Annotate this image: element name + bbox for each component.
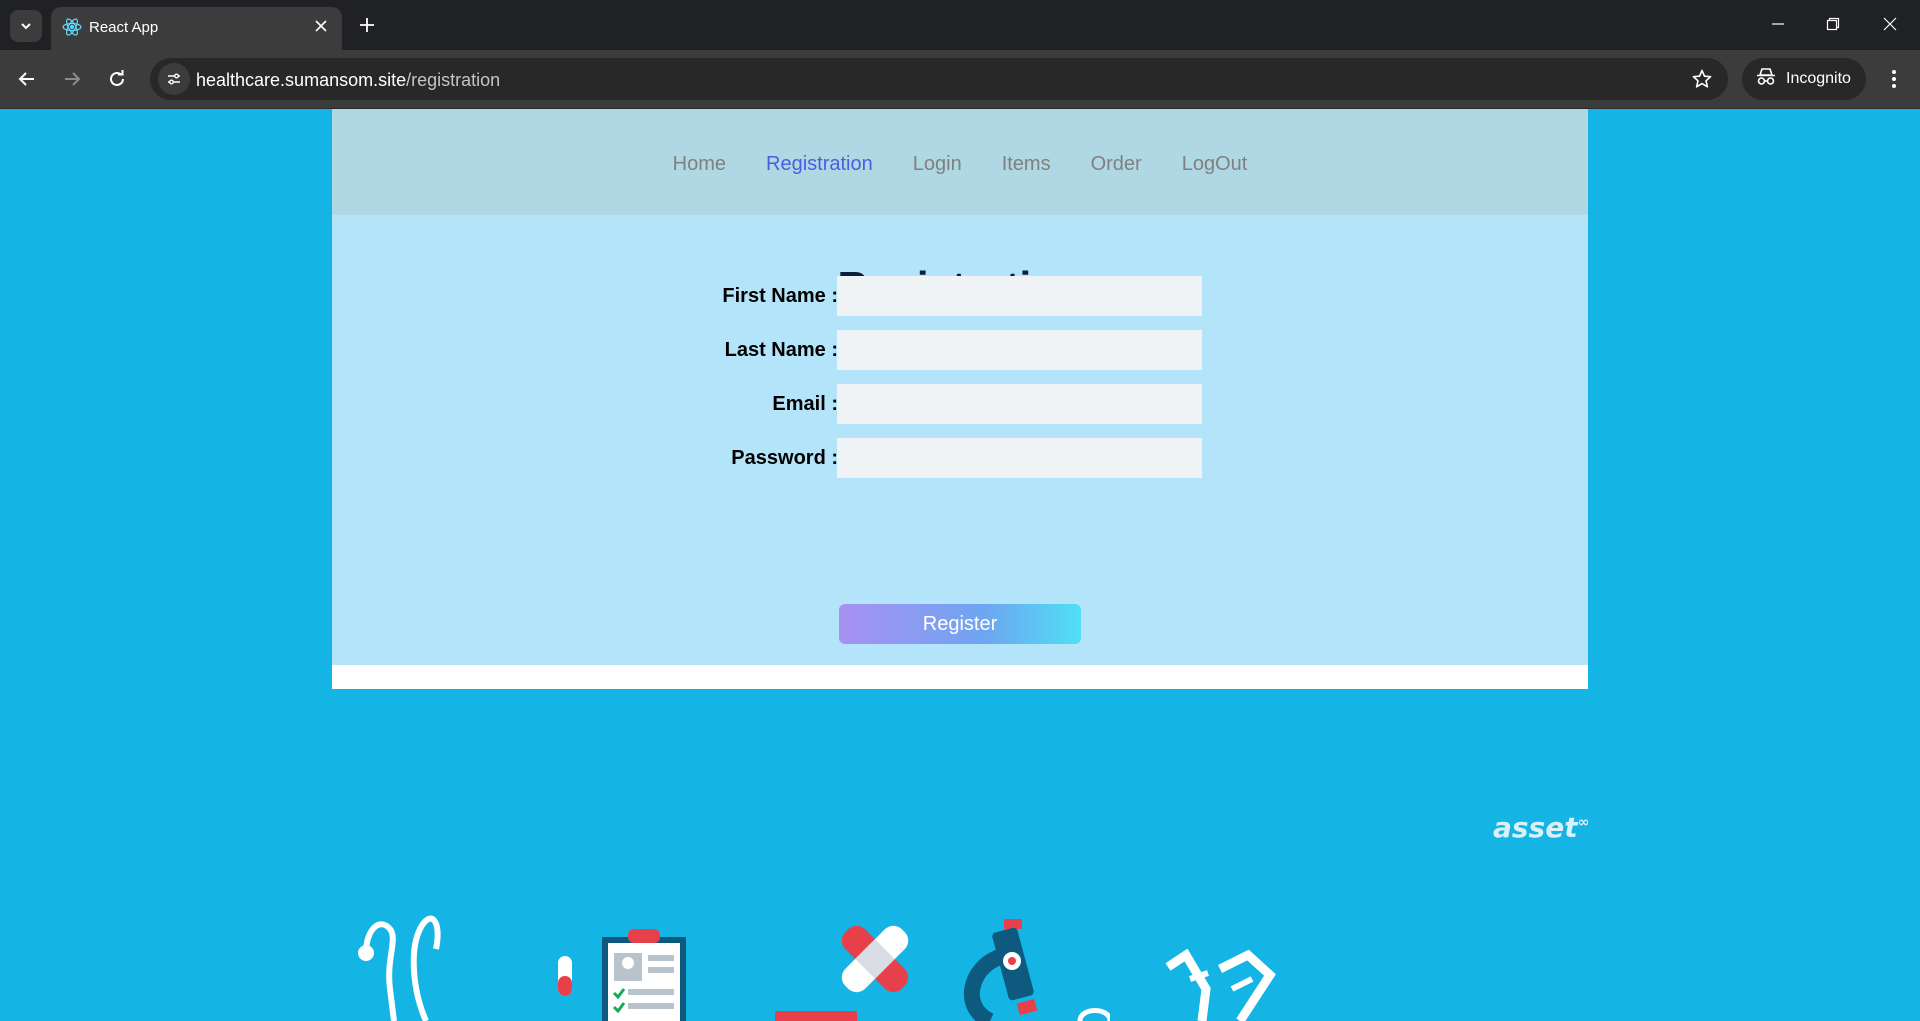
pill-icon — [558, 956, 572, 996]
first-name-row: First Name : — [332, 276, 1588, 316]
close-icon[interactable] — [310, 15, 332, 37]
microscope-icon — [964, 919, 1110, 1021]
incognito-icon — [1756, 67, 1776, 91]
incognito-label: Incognito — [1786, 70, 1851, 87]
minimize-icon[interactable] — [1758, 8, 1798, 40]
browser-toolbar: healthcare.sumansom.site/registration In… — [0, 50, 1920, 109]
last-name-input[interactable] — [837, 330, 1202, 370]
clipboard-icon — [602, 929, 686, 1021]
last-name-label: Last Name : — [724, 339, 838, 361]
app-container: Home Registration Login Items Order LogO… — [332, 109, 1588, 689]
nav-items-link[interactable]: Items — [1002, 153, 1051, 176]
reload-icon[interactable] — [101, 63, 133, 95]
url-host: healthcare.sumansom.site — [196, 70, 407, 90]
site-info-icon[interactable] — [158, 63, 190, 95]
password-label: Password : — [731, 447, 838, 469]
password-row: Password : — [332, 438, 1588, 478]
first-name-label: First Name : — [722, 285, 838, 307]
password-input[interactable] — [837, 438, 1202, 478]
tab-title: React App — [89, 19, 159, 36]
browser-tab[interactable]: React App — [51, 7, 342, 50]
nav-home-link[interactable]: Home — [673, 153, 726, 176]
asset-watermark: asset∞ — [1493, 811, 1589, 844]
incognito-badge[interactable]: Incognito — [1742, 58, 1866, 100]
plus-icon[interactable] — [352, 10, 382, 40]
register-button[interactable]: Register — [839, 604, 1081, 644]
last-name-row: Last Name : — [332, 330, 1588, 370]
email-input[interactable] — [837, 384, 1202, 424]
first-name-input[interactable] — [837, 276, 1202, 316]
kebab-menu-icon[interactable] — [1878, 63, 1910, 95]
page-viewport: asset∞ Home Registration Login Items Ord… — [0, 109, 1920, 1021]
bandage-icon — [775, 925, 909, 1021]
registration-form: Registration First Name : Last Name : Em… — [332, 215, 1588, 665]
nav-registration-link[interactable]: Registration — [766, 153, 873, 176]
react-favicon-icon — [61, 16, 83, 38]
back-arrow-icon[interactable] — [11, 63, 43, 95]
nav-login-link[interactable]: Login — [913, 153, 962, 176]
url-path: /registration — [406, 70, 501, 90]
nav-logout-link[interactable]: LogOut — [1182, 153, 1248, 176]
nav-order-link[interactable]: Order — [1091, 153, 1142, 176]
stethoscope-icon — [358, 915, 441, 1021]
url-text: healthcare.sumansom.site/registration — [196, 70, 500, 91]
window-close-icon[interactable] — [1870, 8, 1910, 40]
browser-tab-strip: React App — [0, 0, 1920, 50]
restore-icon[interactable] — [1813, 8, 1853, 40]
watermark-sup: ∞ — [1577, 814, 1590, 831]
tab-search-icon[interactable] — [10, 10, 42, 42]
star-icon[interactable] — [1690, 67, 1714, 91]
main-navbar: Home Registration Login Items Order LogO… — [332, 109, 1588, 215]
watermark-text: asset — [1493, 811, 1578, 844]
crutches-icon — [1165, 949, 1276, 1021]
email-row: Email : — [332, 384, 1588, 424]
forward-arrow-icon[interactable] — [56, 63, 88, 95]
address-bar[interactable]: healthcare.sumansom.site/registration — [150, 58, 1728, 100]
email-label: Email : — [772, 393, 838, 415]
